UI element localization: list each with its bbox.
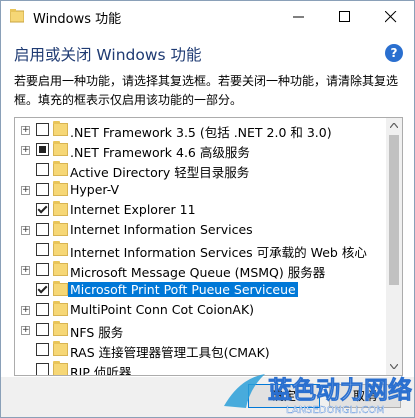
- feature-checkbox[interactable]: [36, 363, 49, 375]
- expand-icon[interactable]: +: [21, 326, 30, 335]
- folder-icon: [53, 121, 68, 136]
- close-button[interactable]: [368, 1, 414, 32]
- scroll-thumb[interactable]: [389, 135, 399, 285]
- feature-label: Hyper-V: [70, 182, 120, 197]
- feature-row[interactable]: + Internet Information Services: [15, 220, 385, 240]
- feature-label: .NET Framework 4.6 高级服务: [70, 145, 250, 160]
- expand-icon[interactable]: +: [21, 146, 30, 155]
- instructions-text: 若要启用一种功能，请选择其复选框。若要关闭一种功能，请清除其复选框。填充的框表示…: [14, 74, 399, 107]
- folder-icon: [53, 161, 68, 176]
- feature-row[interactable]: Active Directory 轻型目录服务: [15, 160, 385, 180]
- feature-checkbox[interactable]: [36, 343, 49, 356]
- feature-label: .NET Framework 3.5 (包括 .NET 2.0 和 3.0): [70, 125, 332, 140]
- folder-icon: [53, 201, 68, 216]
- folder-icon: [53, 181, 68, 196]
- feature-label: Internet Explorer 11: [70, 202, 196, 217]
- feature-label: RAS 连接管理器管理工具包(CMAK): [70, 345, 270, 360]
- feature-checkbox[interactable]: [36, 243, 49, 256]
- feature-checkbox[interactable]: [36, 223, 49, 236]
- feature-checkbox[interactable]: [36, 263, 49, 276]
- feature-row[interactable]: + Hyper-V: [15, 180, 385, 200]
- close-icon: [385, 11, 397, 23]
- page-title: 启用或关闭 Windows 功能: [14, 46, 202, 64]
- watermark-subtext: LANSEDONGLI.COM: [286, 405, 385, 416]
- feature-checkbox[interactable]: [36, 123, 49, 136]
- feature-checkbox[interactable]: [36, 303, 49, 316]
- feature-row[interactable]: RAS 连接管理器管理工具包(CMAK): [15, 340, 385, 360]
- expand-icon[interactable]: +: [21, 266, 30, 275]
- minimize-icon: [293, 16, 304, 18]
- feature-checkbox[interactable]: [36, 283, 49, 296]
- maximize-icon: [339, 11, 350, 22]
- feature-checkbox[interactable]: [36, 203, 49, 216]
- folder-icon: [53, 281, 68, 296]
- feature-checkbox[interactable]: [36, 163, 49, 176]
- feature-label: RIP 侦听器: [70, 365, 132, 376]
- expand-icon[interactable]: +: [21, 306, 30, 315]
- folder-icon: [53, 321, 68, 336]
- vertical-scrollbar[interactable]: [386, 118, 402, 375]
- feature-label: Active Directory 轻型目录服务: [70, 165, 250, 180]
- feature-row[interactable]: + NFS 服务: [15, 320, 385, 340]
- feature-checkbox[interactable]: [36, 323, 49, 336]
- expand-icon[interactable]: +: [21, 186, 30, 195]
- feature-checkbox[interactable]: [36, 143, 49, 156]
- feature-label: Microsoft Print Poft Pueue Serviceue: [68, 282, 298, 297]
- watermark-logo: 蓝色动力网络 LANSEDONGLI.COM: [224, 374, 412, 416]
- expand-icon[interactable]: +: [21, 126, 30, 135]
- folder-icon: [53, 221, 68, 236]
- feature-row[interactable]: Internet Explorer 11: [15, 200, 385, 220]
- folder-icon: [53, 301, 68, 316]
- maximize-button[interactable]: [322, 1, 368, 32]
- feature-label: Internet Information Services 可承载的 Web 核…: [70, 245, 367, 260]
- feature-label: NFS 服务: [70, 325, 124, 340]
- scroll-up-button[interactable]: [386, 118, 402, 134]
- help-icon[interactable]: ?: [385, 44, 403, 62]
- watermark-text: 蓝色动力网络: [268, 376, 412, 404]
- feature-row[interactable]: Microsoft Print Poft Pueue Serviceue: [15, 280, 385, 300]
- feature-row[interactable]: + .NET Framework 3.5 (包括 .NET 2.0 和 3.0): [15, 120, 385, 140]
- folder-icon: [53, 341, 68, 356]
- folder-icon: [53, 361, 68, 375]
- expand-icon[interactable]: +: [21, 226, 30, 235]
- title-bar[interactable]: Windows 功能: [1, 1, 414, 32]
- feature-label: Internet Information Services: [70, 222, 253, 237]
- folder-icon: [53, 241, 68, 256]
- minimize-button[interactable]: [276, 1, 322, 32]
- feature-row[interactable]: + MultiPoint Conn Cot CoionAK): [15, 300, 385, 320]
- feature-row[interactable]: Internet Information Services 可承载的 Web 核…: [15, 240, 385, 260]
- folder-icon: [53, 261, 68, 276]
- windows-features-icon: [10, 9, 24, 23]
- folder-icon: [53, 141, 68, 156]
- feature-label: MultiPoint Conn Cot CoionAK): [70, 302, 255, 317]
- windows-features-dialog: Windows 功能 启用或关闭 Windows 功能 ? 若要启用一种功能，请…: [0, 0, 415, 418]
- feature-checkbox[interactable]: [36, 183, 49, 196]
- feature-row[interactable]: + .NET Framework 4.6 高级服务: [15, 140, 385, 160]
- feature-label: Microsoft Message Queue (MSMQ) 服务器: [70, 265, 326, 280]
- feature-row[interactable]: + Microsoft Message Queue (MSMQ) 服务器: [15, 260, 385, 280]
- chevron-up-icon: [390, 123, 398, 128]
- window-title: Windows 功能: [33, 12, 122, 27]
- feature-tree[interactable]: + .NET Framework 3.5 (包括 .NET 2.0 和 3.0) +…: [14, 117, 403, 376]
